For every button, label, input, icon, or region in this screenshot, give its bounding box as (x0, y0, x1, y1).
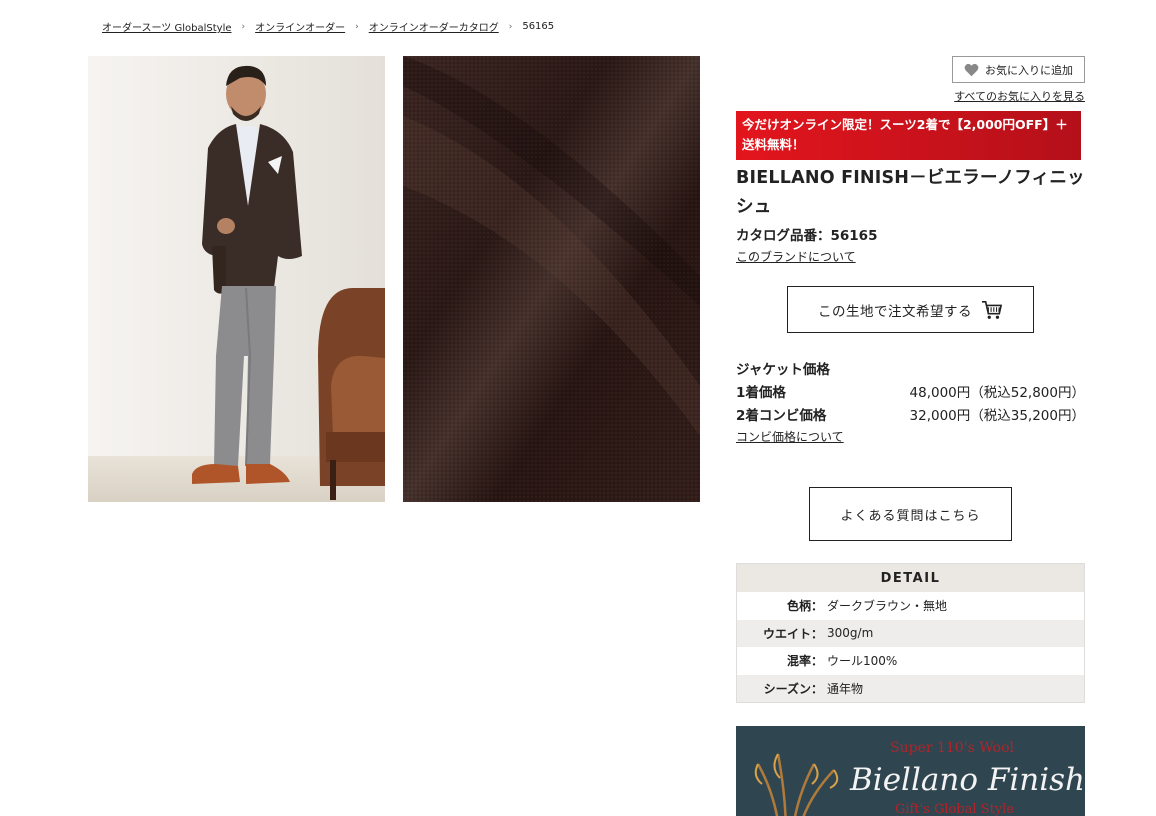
chevron-right-icon: › (355, 21, 359, 32)
detail-value: ダークブラウン・無地 (827, 599, 948, 614)
breadcrumb-current: 56165 (522, 21, 555, 32)
price-value: 48,000円（税込52,800円） (909, 385, 1085, 401)
breadcrumb-link-catalog[interactable]: オンラインオーダーカタログ (369, 19, 499, 34)
price-value: 32,000円（税込35,200円） (909, 408, 1085, 424)
order-with-fabric-button[interactable]: この生地で注文希望する (787, 286, 1034, 333)
detail-row-season: シーズン： 通年物 (737, 674, 1084, 702)
view-all-favorites-link[interactable]: すべてのお気に入りを見る (954, 88, 1085, 104)
add-to-favorites-label: お気に入りに追加 (985, 63, 1073, 77)
detail-value: ウール100% (827, 654, 898, 669)
detail-heading: DETAIL (737, 564, 1084, 592)
banner-line-2: Biellano Finish (850, 762, 1085, 798)
banner-line-1: Super 110's Wool (890, 740, 1014, 756)
add-to-favorites-button[interactable]: お気に入りに追加 (952, 56, 1085, 83)
wheat-logo-icon (754, 753, 839, 816)
model-photo[interactable] (88, 56, 385, 502)
detail-key: 混率： (786, 654, 823, 669)
detail-table: DETAIL 色柄： ダークブラウン・無地 ウエイト： 300g/m 混率： ウ… (736, 563, 1085, 703)
jacket-price-heading: ジャケット価格 (736, 362, 830, 378)
combo-price-info-link[interactable]: コンビ価格について (736, 428, 844, 445)
order-button-label: この生地で注文希望する (818, 303, 972, 320)
chevron-right-icon: › (508, 21, 513, 32)
price-label: 2着コンビ価格 (736, 408, 827, 424)
faq-button[interactable]: よくある質問はこちら (809, 487, 1012, 541)
detail-row-composition: 混率： ウール100% (737, 647, 1084, 675)
detail-row-weight: ウエイト： 300g/m (737, 619, 1084, 647)
banner-line-3: Gift's Global Style (895, 802, 1015, 816)
fabric-illustration (403, 56, 700, 502)
catalog-number: カタログ品番：56165 (736, 228, 878, 244)
promo-banner[interactable]: 今だけオンライン限定！スーツ2着で【2,000円OFF】＋送料無料！ (736, 111, 1081, 160)
brand-banner-image[interactable]: Super 110's Wool Biellano Finish Gift's … (736, 726, 1085, 816)
detail-key: ウエイト： (762, 626, 823, 641)
detail-value: 300g/m (827, 626, 874, 641)
breadcrumb-link-online-order[interactable]: オンラインオーダー (255, 19, 345, 34)
price-row-combo: 2着コンビ価格 32,000円（税込35,200円） (736, 404, 1085, 424)
model-illustration (88, 56, 385, 502)
chevron-right-icon: › (241, 21, 246, 32)
detail-key: シーズン： (763, 681, 823, 696)
detail-value: 通年物 (827, 681, 864, 696)
price-label: 1着価格 (736, 385, 786, 401)
brand-info-link[interactable]: このブランドについて (736, 248, 856, 265)
detail-row-pattern: 色柄： ダークブラウン・無地 (737, 592, 1084, 620)
heart-icon (964, 63, 979, 76)
product-title: BIELLANO FINISH－ビエラーノフィニッシュ (736, 168, 1085, 217)
breadcrumb-link-home[interactable]: オーダースーツ GlobalStyle (102, 19, 232, 34)
cart-icon (982, 300, 1003, 319)
price-row-single: 1着価格 48,000円（税込52,800円） (736, 381, 1085, 401)
breadcrumb: オーダースーツ GlobalStyle › オンラインオーダー › オンラインオ… (102, 19, 554, 34)
detail-key: 色柄： (786, 599, 823, 614)
fabric-swatch-photo[interactable] (403, 56, 700, 502)
